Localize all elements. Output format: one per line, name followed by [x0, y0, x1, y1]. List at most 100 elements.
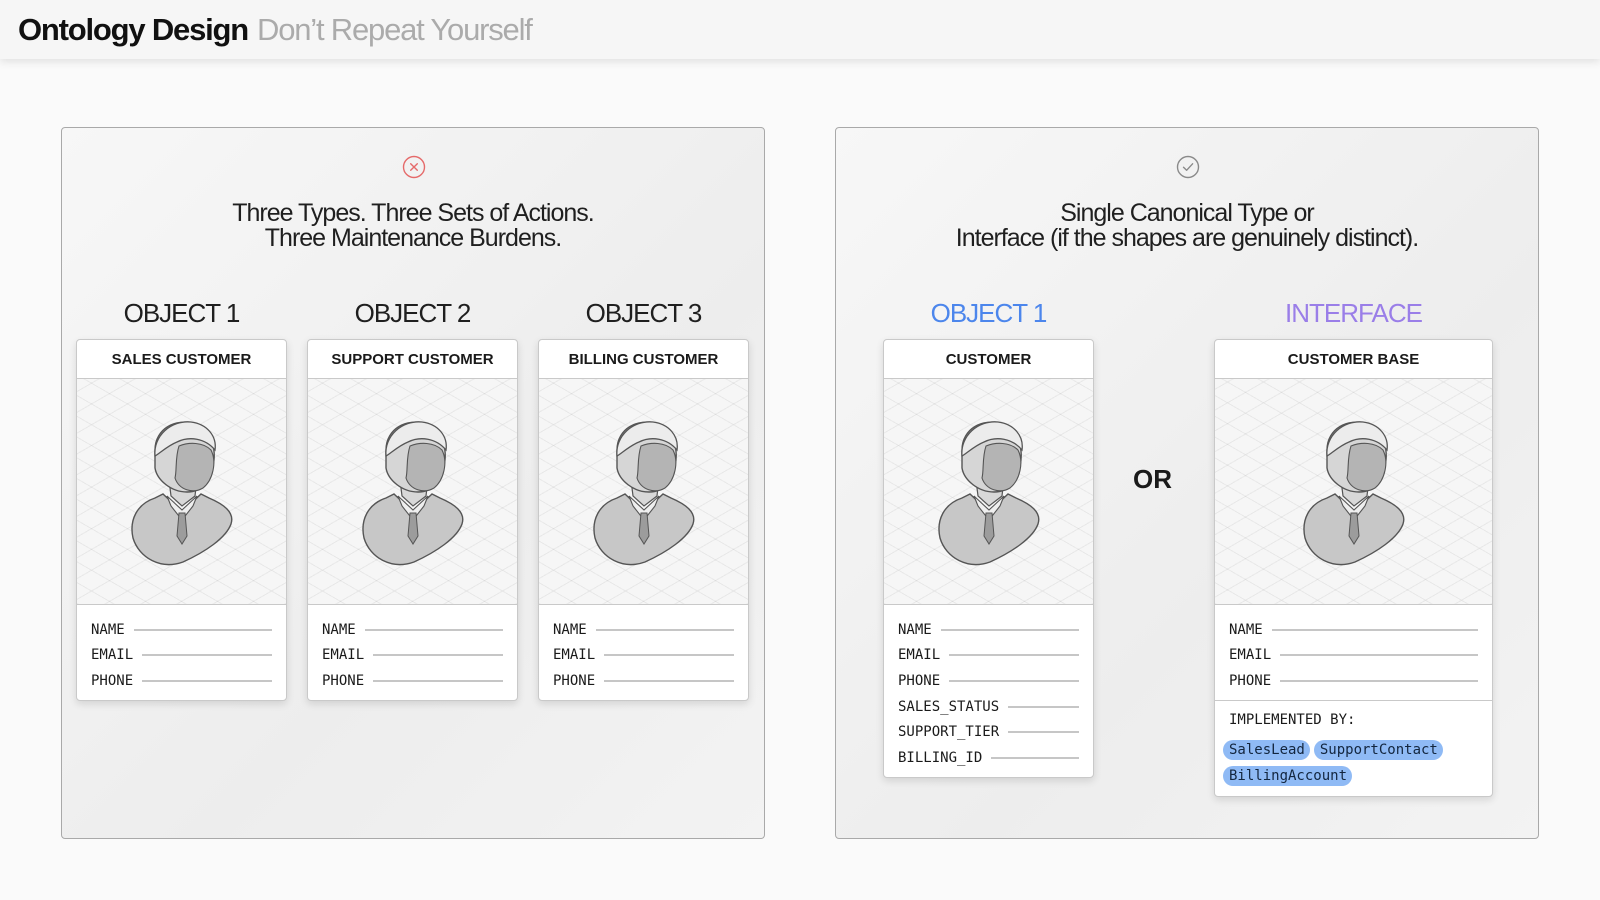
field-label: PHONE — [91, 672, 134, 689]
good-example-heading: Single Canonical Type or Interface (if t… — [836, 201, 1538, 251]
field-label: BILLING_ID — [898, 749, 983, 766]
card-image — [884, 379, 1093, 605]
implemented-by-section: IMPLEMENTED BY: SalesLead SupportContact… — [1215, 699, 1492, 796]
card-title: BILLING CUSTOMER — [539, 340, 748, 379]
object-1-label: OBJECT 1 — [930, 298, 1048, 328]
field-value-line — [373, 654, 503, 657]
field-row: PHONE — [91, 668, 272, 694]
card-image — [1215, 379, 1492, 605]
customer-card: CUSTOMER NAME EMAIL PHONE SALES_STATUS S… — [883, 339, 1094, 778]
field-label: PHONE — [898, 672, 941, 689]
person-icon — [937, 420, 1039, 565]
field-value-line — [133, 628, 272, 631]
field-value-line — [949, 654, 1079, 657]
field-row: SALES_STATUS — [898, 694, 1079, 720]
field-row: NAME — [553, 617, 734, 643]
implemented-by-tags: SalesLead SupportContact BillingAccount — [1223, 739, 1484, 786]
person-icon — [1302, 420, 1404, 565]
field-value-line — [364, 628, 503, 631]
header-bar: Ontology Design Don’t Repeat Yourself — [0, 0, 1600, 59]
person-icon — [361, 420, 463, 565]
field-value-line — [949, 679, 1079, 682]
field-row: EMAIL — [322, 643, 503, 669]
billing-customer-card: BILLING CUSTOMER NAME EMAIL PHONE — [538, 339, 749, 701]
field-label: NAME — [553, 621, 587, 638]
field-label: NAME — [91, 621, 125, 638]
heading-line-2: Three Maintenance Burdens. — [264, 224, 562, 252]
field-value-line — [595, 628, 734, 631]
field-value-line — [1008, 705, 1079, 708]
field-value-line — [991, 756, 1079, 759]
field-value-line — [373, 679, 503, 682]
card-image — [77, 379, 286, 605]
field-row: NAME — [898, 617, 1079, 643]
support-customer-card: SUPPORT CUSTOMER NAME EMAIL PHONE — [307, 339, 518, 701]
object-3-label: OBJECT 3 — [585, 298, 703, 328]
field-label: NAME — [322, 621, 356, 638]
object-1-label: OBJECT 1 — [123, 298, 241, 328]
field-label: EMAIL — [553, 647, 596, 664]
card-title: CUSTOMER — [884, 340, 1093, 379]
field-label: NAME — [1229, 621, 1263, 638]
heading-line-1: Three Types. Three Sets of Actions. — [232, 199, 595, 227]
field-label: SALES_STATUS — [898, 698, 1000, 715]
card-title: CUSTOMER BASE — [1215, 340, 1492, 379]
field-row: PHONE — [1229, 668, 1478, 694]
card-title: SUPPORT CUSTOMER — [308, 340, 517, 379]
page-subtitle: Don’t Repeat Yourself — [257, 11, 533, 47]
field-list: NAME EMAIL PHONE SALES_STATUS SUPPORT_TI… — [884, 605, 1093, 777]
field-row: SUPPORT_TIER — [898, 719, 1079, 745]
field-row: BILLING_ID — [898, 745, 1079, 771]
field-label: NAME — [898, 621, 932, 638]
heading-line-1: Single Canonical Type or — [1060, 199, 1315, 227]
field-row: EMAIL — [91, 643, 272, 669]
field-row: EMAIL — [553, 643, 734, 669]
field-value-line — [1280, 679, 1478, 682]
person-icon — [130, 420, 232, 565]
bad-example-heading: Three Types. Three Sets of Actions. Thre… — [62, 201, 764, 251]
implemented-by-title: IMPLEMENTED BY: — [1229, 711, 1356, 728]
field-list: NAME EMAIL PHONE — [1215, 605, 1492, 700]
customer-base-interface-card: CUSTOMER BASE NAME EMAIL PHONE IMPLEMENT… — [1214, 339, 1493, 797]
page-title: Ontology Design — [18, 11, 249, 47]
field-value-line — [142, 679, 272, 682]
or-label: OR — [1133, 464, 1172, 494]
field-label: PHONE — [322, 672, 365, 689]
field-row: EMAIL — [898, 643, 1079, 669]
card-image — [308, 379, 517, 605]
x-circle-icon — [402, 155, 426, 179]
field-list: NAME EMAIL PHONE — [539, 605, 748, 700]
field-row: NAME — [322, 617, 503, 643]
field-label: EMAIL — [322, 647, 365, 664]
field-label: SUPPORT_TIER — [898, 724, 1000, 741]
object-2-label: OBJECT 2 — [354, 298, 472, 328]
field-list: NAME EMAIL PHONE — [77, 605, 286, 700]
tag-billing-account: BillingAccount — [1223, 765, 1353, 786]
tag-sales-lead: SalesLead — [1223, 739, 1310, 760]
card-image — [539, 379, 748, 605]
field-value-line — [940, 628, 1079, 631]
sales-customer-card: SALES CUSTOMER NAME EMAIL PHONE — [76, 339, 287, 701]
field-value-line — [1280, 654, 1478, 657]
interface-label: INTERFACE — [1285, 298, 1423, 328]
field-label: PHONE — [1229, 672, 1272, 689]
field-label: PHONE — [553, 672, 596, 689]
field-row: PHONE — [553, 668, 734, 694]
bad-example-panel: Three Types. Three Sets of Actions. Thre… — [61, 127, 765, 839]
field-label: EMAIL — [91, 647, 134, 664]
field-row: EMAIL — [1229, 643, 1478, 669]
field-label: EMAIL — [898, 647, 941, 664]
field-row: PHONE — [898, 668, 1079, 694]
field-row: NAME — [91, 617, 272, 643]
field-value-line — [1271, 628, 1478, 631]
check-circle-icon — [1176, 155, 1200, 179]
good-example-panel: Single Canonical Type or Interface (if t… — [835, 127, 1539, 839]
person-icon — [592, 420, 694, 565]
field-value-line — [142, 654, 272, 657]
card-title: SALES CUSTOMER — [77, 340, 286, 379]
heading-line-2: Interface (if the shapes are genuinely d… — [955, 224, 1419, 252]
field-row: NAME — [1229, 617, 1478, 643]
field-row: PHONE — [322, 668, 503, 694]
field-value-line — [604, 654, 734, 657]
tag-support-contact: SupportContact — [1313, 739, 1443, 760]
